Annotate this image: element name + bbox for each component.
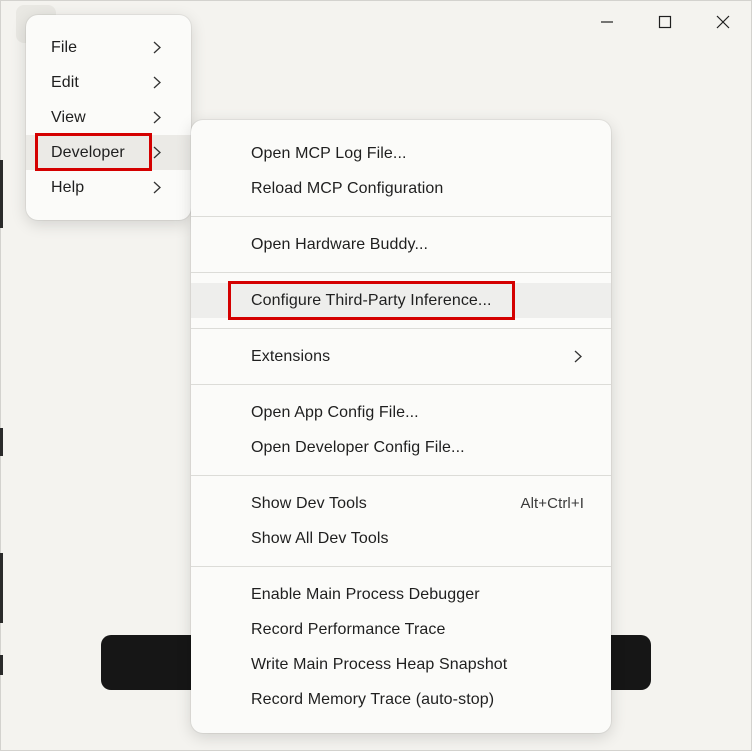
- menu-item-label: Edit: [51, 73, 79, 91]
- menu-item-label: Open MCP Log File...: [251, 144, 407, 162]
- menu-item-write-heap-snapshot[interactable]: Write Main Process Heap Snapshot: [191, 647, 611, 682]
- background-edge: [0, 655, 3, 675]
- menu-item-show-all-dev-tools[interactable]: Show All Dev Tools: [191, 521, 611, 556]
- menu-item-record-performance-trace[interactable]: Record Performance Trace: [191, 612, 611, 647]
- menu-item-label: Help: [51, 178, 85, 196]
- menu-item-record-memory-trace[interactable]: Record Memory Trace (auto-stop): [191, 682, 611, 717]
- menu-item-label: Show Dev Tools: [251, 494, 367, 512]
- menu-item-label: Write Main Process Heap Snapshot: [251, 655, 508, 673]
- menu-item-file[interactable]: File: [26, 30, 191, 65]
- window-controls: [578, 0, 752, 44]
- menu-item-label: Reload MCP Configuration: [251, 179, 444, 197]
- background-edge: [0, 553, 3, 623]
- chevron-right-icon: [153, 41, 161, 54]
- menu-separator: [191, 475, 611, 476]
- close-icon: [716, 15, 730, 29]
- menu-item-label: View: [51, 108, 86, 126]
- chevron-right-icon: [153, 146, 161, 159]
- menu-separator: [191, 328, 611, 329]
- menu-item-configure-third-party-inference[interactable]: Configure Third-Party Inference...: [191, 283, 611, 318]
- menu-item-label: Extensions: [251, 347, 331, 365]
- close-button[interactable]: [694, 0, 752, 44]
- menu-item-label: Open Developer Config File...: [251, 438, 465, 456]
- menu-item-view[interactable]: View: [26, 100, 191, 135]
- maximize-button[interactable]: [636, 0, 694, 44]
- menu-item-enable-main-process-debugger[interactable]: Enable Main Process Debugger: [191, 577, 611, 612]
- menu-item-show-dev-tools[interactable]: Show Dev Tools Alt+Ctrl+I: [191, 486, 611, 521]
- menu-item-label: Open Hardware Buddy...: [251, 235, 429, 253]
- menu-item-label: Enable Main Process Debugger: [251, 585, 480, 603]
- background-edge: [0, 428, 3, 456]
- menu-item-label: Show All Dev Tools: [251, 529, 389, 547]
- menu-item-label: File: [51, 38, 78, 56]
- menu-item-label: Configure Third-Party Inference...: [251, 291, 492, 309]
- menu-item-label: Developer: [51, 143, 125, 161]
- menu-item-reload-mcp-config[interactable]: Reload MCP Configuration: [191, 171, 611, 206]
- menu-item-open-app-config[interactable]: Open App Config File...: [191, 395, 611, 430]
- chevron-right-icon: [153, 111, 161, 124]
- menu-separator: [191, 272, 611, 273]
- minimize-icon: [601, 21, 613, 23]
- menu-item-open-hardware-buddy[interactable]: Open Hardware Buddy...: [191, 227, 611, 262]
- menu-separator: [191, 216, 611, 217]
- menu-item-edit[interactable]: Edit: [26, 65, 191, 100]
- chevron-right-icon: [153, 76, 161, 89]
- developer-submenu: Open MCP Log File... Reload MCP Configur…: [191, 120, 611, 733]
- menu-item-open-mcp-log[interactable]: Open MCP Log File...: [191, 136, 611, 171]
- menu-item-label: Record Memory Trace (auto-stop): [251, 690, 495, 708]
- chevron-right-icon: [574, 350, 582, 363]
- maximize-icon: [658, 15, 672, 29]
- menu-item-label: Open App Config File...: [251, 403, 419, 421]
- menu-item-label: Record Performance Trace: [251, 620, 446, 638]
- background-edge: [0, 160, 3, 228]
- menu-item-developer[interactable]: Developer: [26, 135, 191, 170]
- minimize-button[interactable]: [578, 0, 636, 44]
- menu-separator: [191, 384, 611, 385]
- menu-separator: [191, 566, 611, 567]
- menu-item-help[interactable]: Help: [26, 170, 191, 205]
- menu-item-extensions[interactable]: Extensions: [191, 339, 611, 374]
- main-menu: File Edit View Developer Help: [26, 15, 191, 220]
- chevron-right-icon: [153, 181, 161, 194]
- keyboard-shortcut: Alt+Ctrl+I: [520, 495, 584, 512]
- menu-item-open-developer-config[interactable]: Open Developer Config File...: [191, 430, 611, 465]
